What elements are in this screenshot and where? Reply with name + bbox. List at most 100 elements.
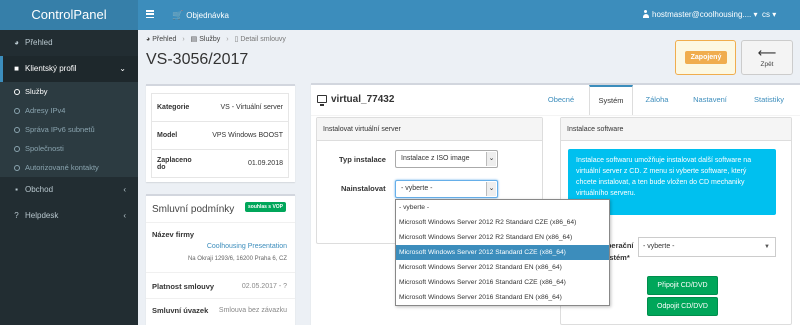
- user-email: hostmaster@coolhousing....: [652, 10, 752, 19]
- sidebar-subitem-sluzby[interactable]: Služby: [0, 82, 138, 101]
- install-type-label: Typ instalace: [339, 155, 386, 164]
- tab-zaloha[interactable]: Záloha: [634, 85, 680, 115]
- table-row: Zaplaceno do 01.09.2018: [151, 149, 289, 178]
- software-os-select[interactable]: - vyberte - ▼: [638, 237, 776, 257]
- info-value: VS - Virtuální server: [201, 93, 289, 122]
- sidebar-subitem-label: Správa IPv6 subnetů: [25, 125, 95, 134]
- sidebar-subitem-label: Autorizované kontakty: [25, 163, 99, 172]
- connect-cd-button[interactable]: Připojit CD/DVD: [647, 276, 718, 295]
- install-type-select[interactable]: Instalace z ISO image ⌄: [395, 150, 498, 168]
- page-title: VS-3056/2017: [146, 51, 249, 68]
- validity-label: Platnost smlouvy: [152, 282, 215, 291]
- divider: [146, 222, 295, 223]
- monitor-icon: [317, 95, 327, 106]
- company-address: Na Okraji 1293/6, 16200 Praha 6, CZ: [187, 256, 287, 262]
- document-icon: ▯: [234, 36, 239, 43]
- software-os-value: - vyberte -: [643, 243, 675, 250]
- sidebar-item-prehled[interactable]: ◕ Přehled: [0, 30, 138, 56]
- back-label: Zpět: [760, 61, 774, 68]
- cart-icon: 🛒: [172, 10, 184, 20]
- order-label: Objednávka: [186, 11, 229, 20]
- circle-icon: [14, 107, 20, 114]
- breadcrumb-services[interactable]: Služby: [199, 36, 220, 43]
- info-key: Kategorie: [151, 93, 202, 122]
- status-badge: Zapojený: [685, 51, 727, 64]
- vm-name: virtual_77432: [331, 94, 395, 105]
- list-icon: ▤: [190, 36, 198, 43]
- language-selector[interactable]: cs ▾: [762, 8, 776, 22]
- install-os-dropdown[interactable]: - vyberte - Microsoft Windows Server 201…: [395, 199, 610, 306]
- validity-value: 02.05.2017 - ?: [241, 283, 287, 290]
- arrow-left-icon: ⟵: [757, 45, 777, 60]
- table-row: Kategorie VS - Virtuální server: [151, 93, 289, 122]
- sidebar-item-helpdesk[interactable]: ? Helpdesk ‹: [0, 203, 138, 229]
- sidebar-subitem-spolecnosti[interactable]: Společnosti: [0, 139, 138, 158]
- circle-icon: [14, 88, 20, 95]
- info-key: Zaplaceno do: [151, 149, 202, 178]
- sidebar-item-label: Obchod: [25, 185, 54, 194]
- chevron-down-icon: ⌄: [486, 152, 496, 166]
- company-label: Název firmy: [152, 230, 195, 239]
- circle-icon: [14, 145, 20, 152]
- dropdown-option[interactable]: Microsoft Windows Server 2012 R2 Standar…: [396, 230, 609, 245]
- top-navbar: ControlPanel 🛒 Objednávka hostmaster@cool…: [0, 0, 800, 30]
- breadcrumb-home[interactable]: Přehled: [152, 36, 176, 43]
- dropdown-option[interactable]: Microsoft Windows Server 2012 R2 Standar…: [396, 215, 609, 230]
- install-os-select[interactable]: - vyberte - ⌄: [395, 180, 498, 198]
- breadcrumb-current: Detail smlouvy: [240, 36, 286, 43]
- breadcrumb-separator: ›: [182, 36, 185, 43]
- briefcase-icon: ▪: [15, 185, 18, 194]
- caret-down-icon: ▾: [772, 10, 777, 19]
- dashboard-icon: ◕: [14, 38, 19, 47]
- vop-badge: souhlas s VOP: [245, 202, 287, 212]
- chevron-left-icon: ‹: [123, 211, 126, 220]
- divider: [146, 298, 295, 299]
- brand-logo[interactable]: ControlPanel: [0, 0, 138, 30]
- table-row: Model VPS Windows BOOST: [151, 121, 289, 150]
- dropdown-option[interactable]: Microsoft Windows Server 2012 Standard E…: [396, 260, 609, 275]
- software-panel-title: Instalace software: [561, 118, 791, 141]
- tab-nastaveni[interactable]: Nastavení: [682, 85, 738, 115]
- sidebar-subitem-autorizovane-kontakty[interactable]: Autorizované kontakty: [0, 158, 138, 177]
- tab-system[interactable]: Systém: [589, 85, 633, 115]
- install-panel-title: Instalovat virtuální server: [317, 118, 542, 141]
- sidebar-subitem-label: Adresy IPv4: [25, 106, 66, 115]
- circle-icon: [14, 126, 20, 133]
- dropdown-option-highlighted[interactable]: Microsoft Windows Server 2012 Standard C…: [396, 245, 609, 260]
- info-value: VPS Windows BOOST: [201, 121, 289, 150]
- service-info-box: Kategorie VS - Virtuální server Model VPS …: [146, 84, 295, 182]
- dropdown-option[interactable]: Microsoft Windows Server 2016 Standard C…: [396, 275, 609, 290]
- sidebar-subitem-adresy-ipv4[interactable]: Adresy IPv4: [0, 101, 138, 120]
- vm-title: virtual_77432: [317, 94, 395, 106]
- sidebar-subitem-label: Služby: [25, 87, 48, 96]
- breadcrumb: ◕ Přehled › ▤ Služby › ▯ Detail smlouvy: [146, 35, 286, 45]
- sidebar-subitem-sprava-ipv6[interactable]: Správa IPv6 subnetů: [0, 120, 138, 139]
- contract-terms-box: Smluvní podmínky souhlas s VOP Název fir…: [146, 194, 295, 325]
- sidebar-toggle-icon[interactable]: [146, 10, 154, 19]
- chevron-down-icon: ⌄: [486, 182, 496, 196]
- language-label: cs: [762, 10, 770, 19]
- install-type-value: Instalace z ISO image: [401, 155, 470, 162]
- sidebar-item-klientsky-profil[interactable]: ■ Klientský profil ⌄: [0, 56, 138, 82]
- sidebar-item-label: Klientský profil: [25, 64, 77, 73]
- tab-divider: [311, 115, 800, 116]
- caret-down-icon: ▾: [753, 10, 758, 19]
- back-button[interactable]: ⟵ Zpět: [741, 40, 793, 75]
- install-os-value: - vyberte -: [401, 185, 433, 192]
- user-menu[interactable]: hostmaster@coolhousing.... ▾: [642, 8, 758, 22]
- tab-obecne[interactable]: Obecné: [536, 85, 586, 115]
- disconnect-cd-button[interactable]: Odpojit CD/DVD: [647, 297, 718, 316]
- service-info-table: Kategorie VS - Virtuální server Model VPS …: [151, 93, 289, 178]
- dropdown-option[interactable]: - vyberte -: [396, 200, 609, 215]
- sidebar-item-obchod[interactable]: ▪ Obchod ‹: [0, 177, 138, 203]
- sidebar-item-label: Helpdesk: [25, 211, 59, 220]
- dropdown-option[interactable]: Microsoft Windows Server 2016 Standard E…: [396, 290, 609, 305]
- term-value: Smlouva bez závazku: [218, 307, 287, 314]
- tab-statistiky[interactable]: Statistiky: [739, 85, 799, 115]
- dashboard-icon: ◕: [146, 36, 151, 43]
- order-link[interactable]: 🛒 Objednávka: [172, 8, 229, 23]
- info-key: Model: [151, 121, 202, 150]
- contract-title: Smluvní podmínky: [152, 204, 235, 215]
- question-icon: ?: [14, 211, 19, 220]
- chevron-left-icon: ‹: [123, 185, 126, 194]
